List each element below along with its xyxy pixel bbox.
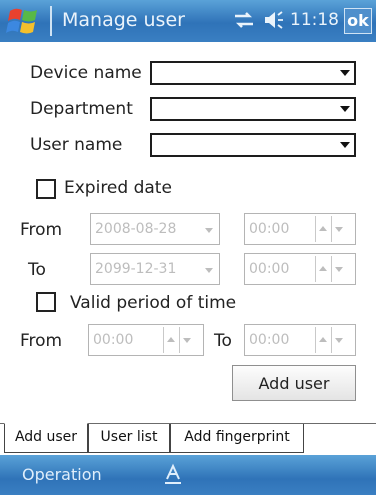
expired-to-label: To xyxy=(28,260,46,280)
tab-add-user[interactable]: Add user xyxy=(4,423,88,453)
operation-menu[interactable]: Operation xyxy=(22,465,102,484)
valid-period-checkbox[interactable] xyxy=(36,292,56,312)
expired-to-time-stepper[interactable]: 00:00 xyxy=(244,253,356,285)
user-name-dropdown[interactable] xyxy=(150,133,356,157)
spin-up-icon[interactable] xyxy=(315,327,329,353)
spin-up-icon[interactable] xyxy=(315,256,329,282)
expired-to-date-value: 2099-12-31 xyxy=(95,261,177,277)
expired-from-date-picker[interactable]: 2008-08-28 xyxy=(90,213,220,245)
windows-start-icon[interactable] xyxy=(4,4,44,38)
chevron-down-icon xyxy=(205,228,213,233)
period-from-time-value: 00:00 xyxy=(93,332,134,348)
expired-to-time-value: 00:00 xyxy=(249,261,290,277)
keyboard-input-icon[interactable] xyxy=(162,463,184,487)
expired-from-time-stepper[interactable]: 00:00 xyxy=(244,213,356,245)
tab-strip: Add user User list Add fingerprint xyxy=(0,423,376,455)
add-user-button[interactable]: Add user xyxy=(232,365,356,401)
clock[interactable]: 11:18 xyxy=(290,10,339,30)
chevron-down-icon xyxy=(340,142,350,148)
chevron-down-icon xyxy=(205,268,213,273)
device-name-label: Device name xyxy=(30,63,142,83)
user-name-label: User name xyxy=(30,135,123,155)
ok-button[interactable]: ok xyxy=(344,8,372,34)
spin-up-icon[interactable] xyxy=(163,327,177,353)
speaker-icon[interactable] xyxy=(262,9,286,31)
expired-date-checkbox[interactable] xyxy=(36,179,56,199)
expired-to-date-picker[interactable]: 2099-12-31 xyxy=(90,253,220,285)
expired-date-label: Expired date xyxy=(64,178,172,198)
tab-user-list[interactable]: User list xyxy=(88,424,170,453)
expired-from-label: From xyxy=(20,220,63,240)
tab-add-fingerprint[interactable]: Add fingerprint xyxy=(170,424,304,453)
title-separator xyxy=(50,6,52,36)
spin-up-icon[interactable] xyxy=(315,216,329,242)
spin-down-icon[interactable] xyxy=(179,327,193,353)
window-title: Manage user xyxy=(62,9,185,31)
department-dropdown[interactable] xyxy=(150,97,356,121)
expired-from-time-value: 00:00 xyxy=(249,221,290,237)
chevron-down-icon xyxy=(340,70,350,76)
spin-down-icon[interactable] xyxy=(331,327,345,353)
device-name-dropdown[interactable] xyxy=(150,61,356,85)
period-to-time-value: 00:00 xyxy=(249,332,290,348)
spin-down-icon[interactable] xyxy=(331,216,345,242)
period-from-label: From xyxy=(20,331,63,351)
valid-period-label: Valid period of time xyxy=(70,293,237,313)
chevron-down-icon xyxy=(340,106,350,112)
spin-down-icon[interactable] xyxy=(331,256,345,282)
title-bar: Manage user 11:18 ok xyxy=(0,0,376,42)
period-to-label: To xyxy=(214,331,232,351)
expired-from-date-value: 2008-08-28 xyxy=(95,221,177,237)
connectivity-icon[interactable] xyxy=(232,9,256,31)
menu-bar: Operation xyxy=(0,455,376,495)
department-label: Department xyxy=(30,99,133,119)
period-from-time-stepper[interactable]: 00:00 xyxy=(88,324,204,356)
period-to-time-stepper[interactable]: 00:00 xyxy=(244,324,356,356)
